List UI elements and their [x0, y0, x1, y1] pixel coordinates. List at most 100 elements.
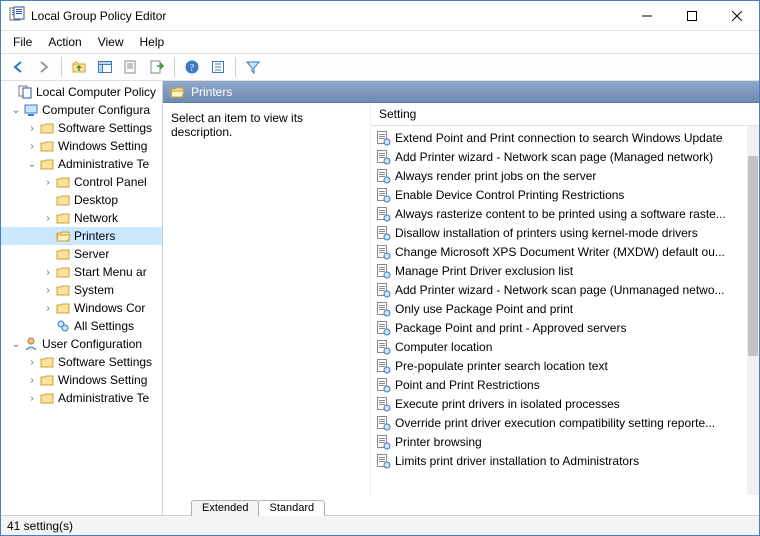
- tab-standard[interactable]: Standard: [258, 500, 325, 516]
- close-button[interactable]: [714, 1, 759, 31]
- list-item[interactable]: Limits print driver installation to Admi…: [371, 451, 759, 470]
- list-item-label: Limits print driver installation to Admi…: [395, 454, 639, 468]
- options-button[interactable]: [206, 55, 230, 79]
- list-item[interactable]: Manage Print Driver exclusion list: [371, 261, 759, 280]
- list-item[interactable]: Package Point and print - Approved serve…: [371, 318, 759, 337]
- tree-server[interactable]: Server: [1, 245, 162, 263]
- expand-icon[interactable]: ›: [41, 213, 55, 224]
- toolbar-separator: [235, 57, 236, 77]
- list-item[interactable]: Enable Device Control Printing Restricti…: [371, 185, 759, 204]
- list-item[interactable]: Always rasterize content to be printed u…: [371, 204, 759, 223]
- list-item-label: Always rasterize content to be printed u…: [395, 207, 726, 221]
- list-item[interactable]: Always render print jobs on the server: [371, 166, 759, 185]
- tab-extended[interactable]: Extended: [191, 500, 259, 516]
- tree-start-menu[interactable]: › Start Menu ar: [1, 263, 162, 281]
- list-scroll[interactable]: Extend Point and Print connection to sea…: [371, 126, 759, 495]
- export-button[interactable]: [145, 55, 169, 79]
- menu-help[interactable]: Help: [132, 33, 173, 51]
- tree-printers[interactable]: Printers: [1, 227, 162, 245]
- scrollbar-thumb[interactable]: [748, 156, 758, 356]
- list-item[interactable]: Extend Point and Print connection to sea…: [371, 128, 759, 147]
- policy-setting-icon: [375, 149, 391, 165]
- expand-icon[interactable]: ›: [25, 357, 39, 368]
- list-item[interactable]: Computer location: [371, 337, 759, 356]
- expand-icon[interactable]: ›: [25, 375, 39, 386]
- tree-control-panel[interactable]: › Control Panel: [1, 173, 162, 191]
- folder-icon: [55, 246, 71, 262]
- expand-icon[interactable]: ›: [25, 393, 39, 404]
- column-header-setting[interactable]: Setting: [371, 103, 759, 126]
- list-item-label: Change Microsoft XPS Document Writer (MX…: [395, 245, 725, 259]
- folder-icon: [39, 372, 55, 388]
- tree-windows-components[interactable]: › Windows Cor: [1, 299, 162, 317]
- settings-list: Setting Extend Point and Print connectio…: [371, 103, 759, 495]
- folder-icon: [39, 354, 55, 370]
- list-item[interactable]: Add Printer wizard - Network scan page (…: [371, 147, 759, 166]
- settings-icon: [55, 318, 71, 334]
- collapse-icon[interactable]: ⌄: [9, 105, 23, 116]
- app-icon: [9, 6, 25, 25]
- tree-user-config[interactable]: ⌄ User Configuration: [1, 335, 162, 353]
- properties-button[interactable]: [119, 55, 143, 79]
- app-window: Local Group Policy Editor File Action Vi…: [0, 0, 760, 536]
- back-button[interactable]: [6, 55, 30, 79]
- list-item[interactable]: Override print driver execution compatib…: [371, 413, 759, 432]
- header-bar: Printers: [163, 81, 759, 103]
- svg-text:?: ?: [190, 63, 195, 74]
- list-item-label: Manage Print Driver exclusion list: [395, 264, 573, 278]
- menu-action[interactable]: Action: [40, 33, 89, 51]
- vertical-scrollbar[interactable]: [747, 126, 759, 495]
- tree-all-settings[interactable]: All Settings: [1, 317, 162, 335]
- policy-setting-icon: [375, 358, 391, 374]
- tree-root[interactable]: Local Computer Policy: [1, 83, 162, 101]
- list-item[interactable]: Only use Package Point and print: [371, 299, 759, 318]
- list-item-label: Disallow installation of printers using …: [395, 226, 698, 240]
- filter-button[interactable]: [241, 55, 265, 79]
- list-item[interactable]: Pre-populate printer search location tex…: [371, 356, 759, 375]
- list-item-label: Add Printer wizard - Network scan page (…: [395, 283, 725, 297]
- policy-setting-icon: [375, 339, 391, 355]
- expand-icon[interactable]: ›: [41, 303, 55, 314]
- list-item[interactable]: Add Printer wizard - Network scan page (…: [371, 280, 759, 299]
- folder-icon: [39, 156, 55, 172]
- list-item-label: Only use Package Point and print: [395, 302, 573, 316]
- tree-user-windows[interactable]: › Windows Setting: [1, 371, 162, 389]
- policy-setting-icon: [375, 301, 391, 317]
- tree-user-admin[interactable]: › Administrative Te: [1, 389, 162, 407]
- list-item[interactable]: Change Microsoft XPS Document Writer (MX…: [371, 242, 759, 261]
- show-hide-tree-button[interactable]: [93, 55, 117, 79]
- policy-setting-icon: [375, 244, 391, 260]
- tree-pane[interactable]: Local Computer Policy ⌄ Computer Configu…: [1, 81, 163, 515]
- menu-view[interactable]: View: [90, 33, 132, 51]
- tree-windows-settings[interactable]: › Windows Setting: [1, 137, 162, 155]
- help-button[interactable]: ?: [180, 55, 204, 79]
- list-item[interactable]: Printer browsing: [371, 432, 759, 451]
- collapse-icon[interactable]: ⌄: [9, 339, 23, 350]
- list-item[interactable]: Execute print drivers in isolated proces…: [371, 394, 759, 413]
- tree-user-software[interactable]: › Software Settings: [1, 353, 162, 371]
- folder-open-icon: [169, 84, 185, 100]
- policy-setting-icon: [375, 187, 391, 203]
- list-item[interactable]: Point and Print Restrictions: [371, 375, 759, 394]
- maximize-button[interactable]: [669, 1, 714, 31]
- tree-system[interactable]: › System: [1, 281, 162, 299]
- collapse-icon[interactable]: ⌄: [25, 159, 39, 170]
- toolbar: ?: [1, 53, 759, 81]
- tree-software-settings[interactable]: › Software Settings: [1, 119, 162, 137]
- tree-admin-templates[interactable]: ⌄ Administrative Te: [1, 155, 162, 173]
- menu-file[interactable]: File: [5, 33, 40, 51]
- list-item[interactable]: Disallow installation of printers using …: [371, 223, 759, 242]
- expand-icon[interactable]: ›: [41, 285, 55, 296]
- minimize-button[interactable]: [624, 1, 669, 31]
- tree-desktop[interactable]: Desktop: [1, 191, 162, 209]
- tree-computer-config[interactable]: ⌄ Computer Configura: [1, 101, 162, 119]
- expand-icon[interactable]: ›: [25, 141, 39, 152]
- expand-icon[interactable]: ›: [41, 177, 55, 188]
- up-button[interactable]: [67, 55, 91, 79]
- expand-icon[interactable]: ›: [25, 123, 39, 134]
- forward-button[interactable]: [32, 55, 56, 79]
- user-icon: [23, 336, 39, 352]
- expand-icon[interactable]: ›: [41, 267, 55, 278]
- menubar: File Action View Help: [1, 31, 759, 53]
- tree-network[interactable]: › Network: [1, 209, 162, 227]
